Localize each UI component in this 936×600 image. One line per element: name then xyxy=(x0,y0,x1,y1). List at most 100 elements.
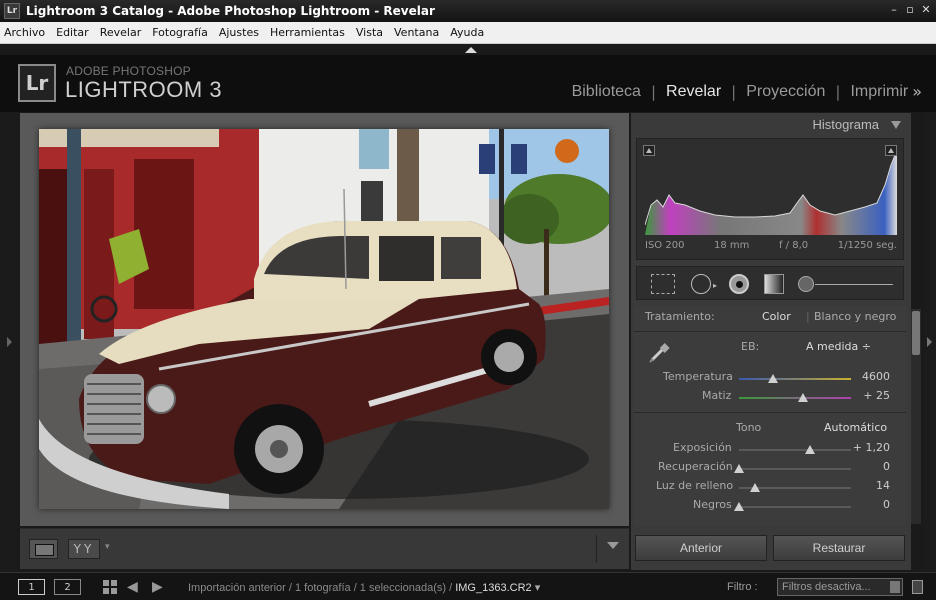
menu-ajustes[interactable]: Ajustes xyxy=(219,26,259,39)
spot-removal-arrow-icon: ▸ xyxy=(713,281,718,290)
spot-removal-icon[interactable] xyxy=(691,274,711,294)
menu-archivo[interactable]: Archivo xyxy=(4,26,45,39)
right-edge[interactable] xyxy=(924,112,936,572)
exif-focal: 18 mm xyxy=(714,240,750,251)
menu-editar[interactable]: Editar xyxy=(56,26,89,39)
temperature-slider[interactable] xyxy=(739,374,851,383)
menu-ayuda[interactable]: Ayuda xyxy=(450,26,484,39)
module-imprimir[interactable]: Imprimir xyxy=(850,83,908,101)
lightroom-logo: Lr xyxy=(18,64,56,102)
adjustment-brush-icon[interactable] xyxy=(798,276,814,292)
grid-view-icon[interactable] xyxy=(103,580,117,594)
filter-label: Filtro : xyxy=(727,581,758,593)
blacks-thumb[interactable] xyxy=(734,502,744,511)
filter-select[interactable]: Filtros desactiva... xyxy=(777,578,903,596)
histogram-header[interactable]: Histograma xyxy=(631,113,911,137)
auto-tone-button[interactable]: Automático xyxy=(824,421,887,434)
histogram[interactable]: ISO 200 18 mm f / 8,0 1/1250 seg. xyxy=(636,138,904,260)
exposure-label: Exposición xyxy=(673,441,732,454)
menu-vista[interactable]: Vista xyxy=(356,26,383,39)
before-after-button[interactable]: YY xyxy=(68,539,100,559)
filter-value: Filtros desactiva... xyxy=(782,581,871,593)
loupe-view-button[interactable] xyxy=(29,539,58,559)
secondary-window-button[interactable]: 2 xyxy=(54,579,81,595)
exposure-thumb[interactable] xyxy=(804,445,815,454)
fill-light-slider[interactable] xyxy=(739,483,851,492)
back-arrow-icon[interactable]: ◀ xyxy=(127,579,138,595)
red-eye-icon[interactable] xyxy=(729,274,749,294)
recovery-slider[interactable] xyxy=(734,464,851,473)
highlight-clipping-toggle[interactable] xyxy=(885,145,897,156)
treatment-bw-button[interactable]: Blanco y negro xyxy=(814,310,896,323)
menu-fotografia[interactable]: Fotografía xyxy=(152,26,208,39)
treatment-label: Tratamiento: xyxy=(645,310,715,323)
scrollbar-thumb[interactable] xyxy=(912,311,920,355)
blacks-value[interactable]: 0 xyxy=(883,498,890,511)
tone-label: Tono xyxy=(736,421,762,434)
recovery-value[interactable]: 0 xyxy=(883,460,890,473)
exposure-slider[interactable] xyxy=(739,445,851,454)
module-biblioteca[interactable]: Biblioteca xyxy=(572,83,641,101)
menu-revelar[interactable]: Revelar xyxy=(100,26,142,39)
forward-arrow-icon[interactable]: ▶ xyxy=(152,579,163,595)
photo-preview[interactable] xyxy=(39,129,609,509)
temperature-value[interactable]: 4600 xyxy=(862,370,890,383)
filter-lock-icon[interactable] xyxy=(912,580,923,594)
filmstrip-bar: 1 2 ◀ ▶ Importación anterior / 1 fotogra… xyxy=(0,572,936,600)
recovery-label: Recuperación xyxy=(658,460,733,473)
collapse-histogram-icon[interactable] xyxy=(891,121,901,129)
restore-icon[interactable]: ▫ xyxy=(904,3,916,17)
source-menu-icon[interactable]: ▾ xyxy=(535,582,541,594)
right-panel: Histograma ISO 200 18 mm f / 8,0 1/1250 … xyxy=(631,113,911,570)
menu-ventana[interactable]: Ventana xyxy=(394,26,439,39)
image-view[interactable] xyxy=(20,113,629,526)
exif-shutter: 1/1250 seg. xyxy=(837,240,897,251)
wb-label: EB: xyxy=(741,340,760,353)
tint-label: Matiz xyxy=(702,389,732,402)
wb-preset-select[interactable]: A medida ÷ xyxy=(806,340,871,353)
recovery-thumb[interactable] xyxy=(734,464,744,473)
previous-button[interactable]: Anterior xyxy=(635,535,767,561)
filter-spinner-icon[interactable] xyxy=(890,581,900,593)
module-revelar[interactable]: Revelar xyxy=(666,83,721,101)
tint-thumb[interactable] xyxy=(797,393,808,402)
basic-panel: Tratamiento: Color | Blanco y negro EB: … xyxy=(634,306,906,526)
exif-iso: ISO 200 xyxy=(645,240,685,251)
graduated-filter-icon[interactable] xyxy=(764,274,784,294)
main-window-button[interactable]: 1 xyxy=(18,579,45,595)
tint-slider[interactable] xyxy=(739,393,851,402)
reset-button[interactable]: Restaurar xyxy=(773,535,905,561)
histogram-graph xyxy=(645,145,897,235)
exif-aperture: f / 8,0 xyxy=(778,240,809,251)
panel-buttons: Anterior Restaurar xyxy=(631,533,911,565)
shadow-clipping-toggle[interactable] xyxy=(643,145,655,156)
crop-overlay-icon[interactable] xyxy=(651,274,675,294)
fill-light-label: Luz de relleno xyxy=(656,479,734,492)
exposure-value[interactable]: + 1,20 xyxy=(853,441,890,454)
source-path: Importación anterior / 1 fotografía / 1 … xyxy=(188,582,453,594)
menu-herramientas[interactable]: Herramientas xyxy=(270,26,345,39)
before-after-menu-icon[interactable]: ▾ xyxy=(105,542,110,552)
expand-left-icon[interactable] xyxy=(7,337,12,347)
fill-light-thumb[interactable] xyxy=(749,483,760,492)
tool-strip: ▸ xyxy=(636,266,904,300)
close-icon[interactable]: ✕ xyxy=(920,3,932,17)
module-proyeccion[interactable]: Proyección xyxy=(746,83,825,101)
minimize-icon[interactable]: – xyxy=(888,3,900,17)
brand-line-2: LIGHTROOM 3 xyxy=(65,77,223,102)
top-panel-toggle-icon[interactable] xyxy=(465,47,477,53)
more-modules-icon[interactable]: » xyxy=(912,82,922,101)
blacks-slider[interactable] xyxy=(734,502,851,511)
filmstrip-source[interactable]: Importación anterior / 1 fotografía / 1 … xyxy=(188,581,540,594)
fill-light-value[interactable]: 14 xyxy=(876,479,890,492)
left-panel-collapsed[interactable] xyxy=(0,112,18,572)
tint-value[interactable]: + 25 xyxy=(863,389,890,402)
brand-line-1: ADOBE PHOTOSHOP xyxy=(66,64,191,78)
collapse-right-icon[interactable] xyxy=(927,337,932,347)
right-panel-scrollbar[interactable] xyxy=(911,309,921,524)
treatment-color-button[interactable]: Color xyxy=(762,310,791,323)
photo-image xyxy=(39,129,609,509)
toolbar-options-icon[interactable] xyxy=(607,542,619,549)
histogram-title: Histograma xyxy=(812,117,879,132)
temperature-thumb[interactable] xyxy=(767,374,778,383)
